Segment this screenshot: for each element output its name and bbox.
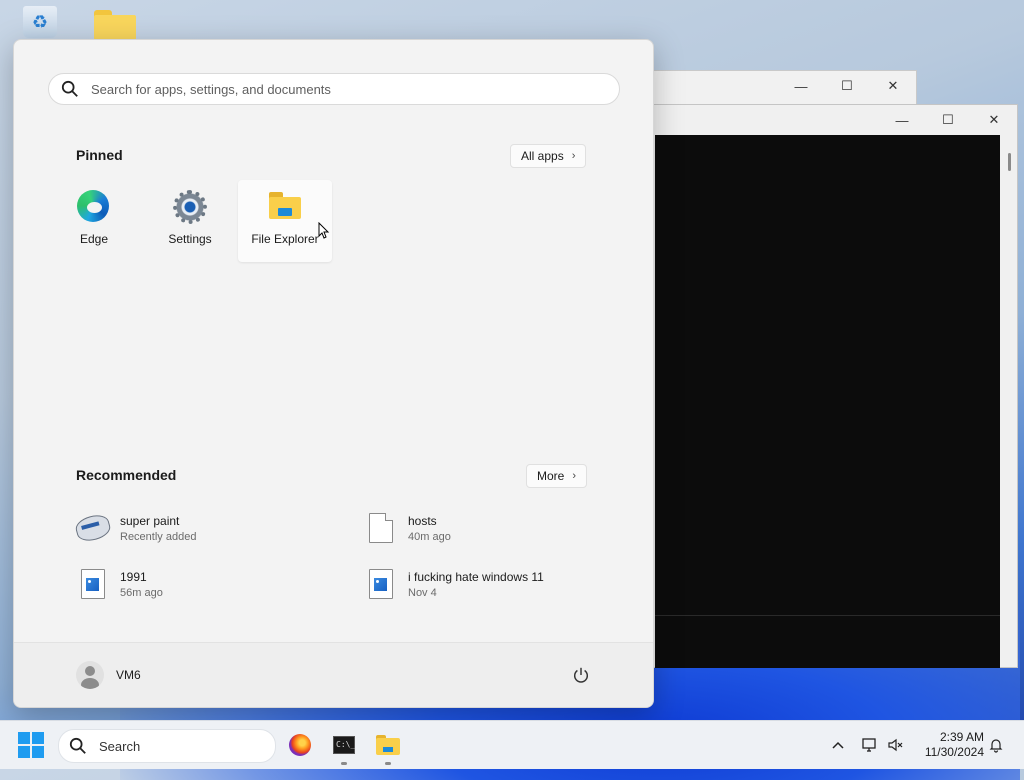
maximize-button[interactable]: ☐	[925, 105, 971, 135]
document-icon	[369, 513, 393, 543]
chevron-up-icon[interactable]	[828, 735, 848, 755]
more-label: More	[537, 469, 565, 483]
search-icon	[69, 737, 86, 754]
avatar	[76, 661, 104, 689]
user-account-button[interactable]: VM6	[76, 661, 141, 689]
chevron-right-icon: ›	[572, 470, 577, 482]
close-button[interactable]: ✕	[971, 105, 1017, 135]
pinned-label: Edge	[79, 232, 109, 246]
clock-time: 2:39 AM	[939, 730, 984, 744]
minimize-button[interactable]: —	[778, 71, 824, 101]
gear-icon	[173, 190, 207, 224]
volume-muted-icon[interactable]	[886, 735, 906, 755]
paint-app-icon	[73, 512, 113, 544]
running-indicator	[341, 762, 347, 765]
search-icon	[61, 80, 78, 97]
recommended-item[interactable]: 1991 56m ago	[76, 566, 336, 602]
start-menu: Pinned All apps › Edge Settings File Exp…	[13, 39, 654, 708]
scrollbar-thumb[interactable]	[1008, 153, 1011, 171]
pinned-label: Settings	[168, 232, 212, 246]
file-explorer-icon	[376, 735, 400, 755]
mouse-cursor-icon	[318, 222, 330, 239]
image-file-icon	[369, 569, 393, 599]
recommended-item[interactable]: super paint Recently added	[73, 510, 336, 546]
window-controls: — ☐ ✕	[778, 71, 916, 101]
clock-date: 11/30/2024	[924, 745, 984, 759]
maximize-button[interactable]: ☐	[824, 71, 870, 101]
all-apps-label: All apps	[521, 149, 564, 163]
close-button[interactable]: ✕	[870, 71, 916, 101]
taskbar-terminal[interactable]: C:\_	[328, 729, 360, 765]
start-button[interactable]	[18, 732, 44, 758]
pinned-label: File Explorer	[251, 232, 319, 246]
chevron-right-icon: ›	[571, 150, 576, 162]
network-icon[interactable]	[860, 735, 880, 755]
folder-icon	[94, 10, 136, 40]
taskbar: Search C:\_ 2:39 AM 11/30/2024	[0, 720, 1024, 769]
edge-icon	[77, 190, 109, 222]
more-button[interactable]: More ›	[526, 464, 588, 488]
terminal-icon: C:\_	[333, 736, 355, 754]
recycle-icon: ♻	[23, 6, 57, 38]
recommended-name: i fucking hate windows 11	[408, 569, 544, 584]
recommended-heading: Recommended	[76, 467, 177, 483]
pinned-edge[interactable]: Edge	[47, 180, 141, 262]
recommended-subtitle: 40m ago	[408, 530, 451, 543]
taskbar-firefox[interactable]	[284, 729, 316, 761]
power-icon	[573, 667, 589, 683]
system-clock[interactable]: 2:39 AM 11/30/2024	[914, 730, 984, 760]
windows-logo-icon	[18, 732, 30, 744]
power-button[interactable]	[569, 663, 593, 687]
notification-bell-icon[interactable]	[986, 735, 1006, 755]
recommended-subtitle: Nov 4	[408, 586, 437, 599]
taskbar-search[interactable]: Search	[58, 729, 276, 763]
recommended-subtitle: 56m ago	[120, 586, 163, 599]
recommended-item[interactable]: hosts 40m ago	[364, 510, 624, 546]
taskbar-search-label: Search	[99, 738, 141, 754]
running-indicator	[385, 762, 391, 765]
image-file-icon	[81, 569, 105, 599]
start-menu-footer: VM6	[14, 642, 653, 707]
start-search-box[interactable]	[48, 73, 620, 105]
console-output[interactable]	[655, 135, 1000, 615]
user-name: VM6	[116, 668, 141, 682]
taskbar-file-explorer[interactable]	[372, 729, 404, 765]
window-controls: — ☐ ✕	[879, 105, 1017, 135]
recommended-subtitle: Recently added	[120, 530, 197, 543]
recommended-name: super paint	[120, 513, 180, 528]
recommended-item[interactable]: i fucking hate windows 11 Nov 4	[364, 566, 624, 602]
pinned-file-explorer[interactable]: File Explorer	[238, 180, 332, 262]
pinned-settings[interactable]: Settings	[143, 180, 237, 262]
recommended-name: hosts	[408, 513, 437, 528]
minimize-button[interactable]: —	[879, 105, 925, 135]
all-apps-button[interactable]: All apps ›	[510, 144, 587, 168]
start-search-input[interactable]	[89, 80, 593, 98]
terminal-window[interactable]: — ☐ ✕	[640, 104, 1018, 668]
pinned-heading: Pinned	[76, 147, 123, 163]
recommended-name: 1991	[120, 569, 147, 584]
console-input-area[interactable]	[655, 615, 1000, 668]
firefox-icon	[289, 734, 311, 756]
file-explorer-icon	[268, 192, 302, 222]
